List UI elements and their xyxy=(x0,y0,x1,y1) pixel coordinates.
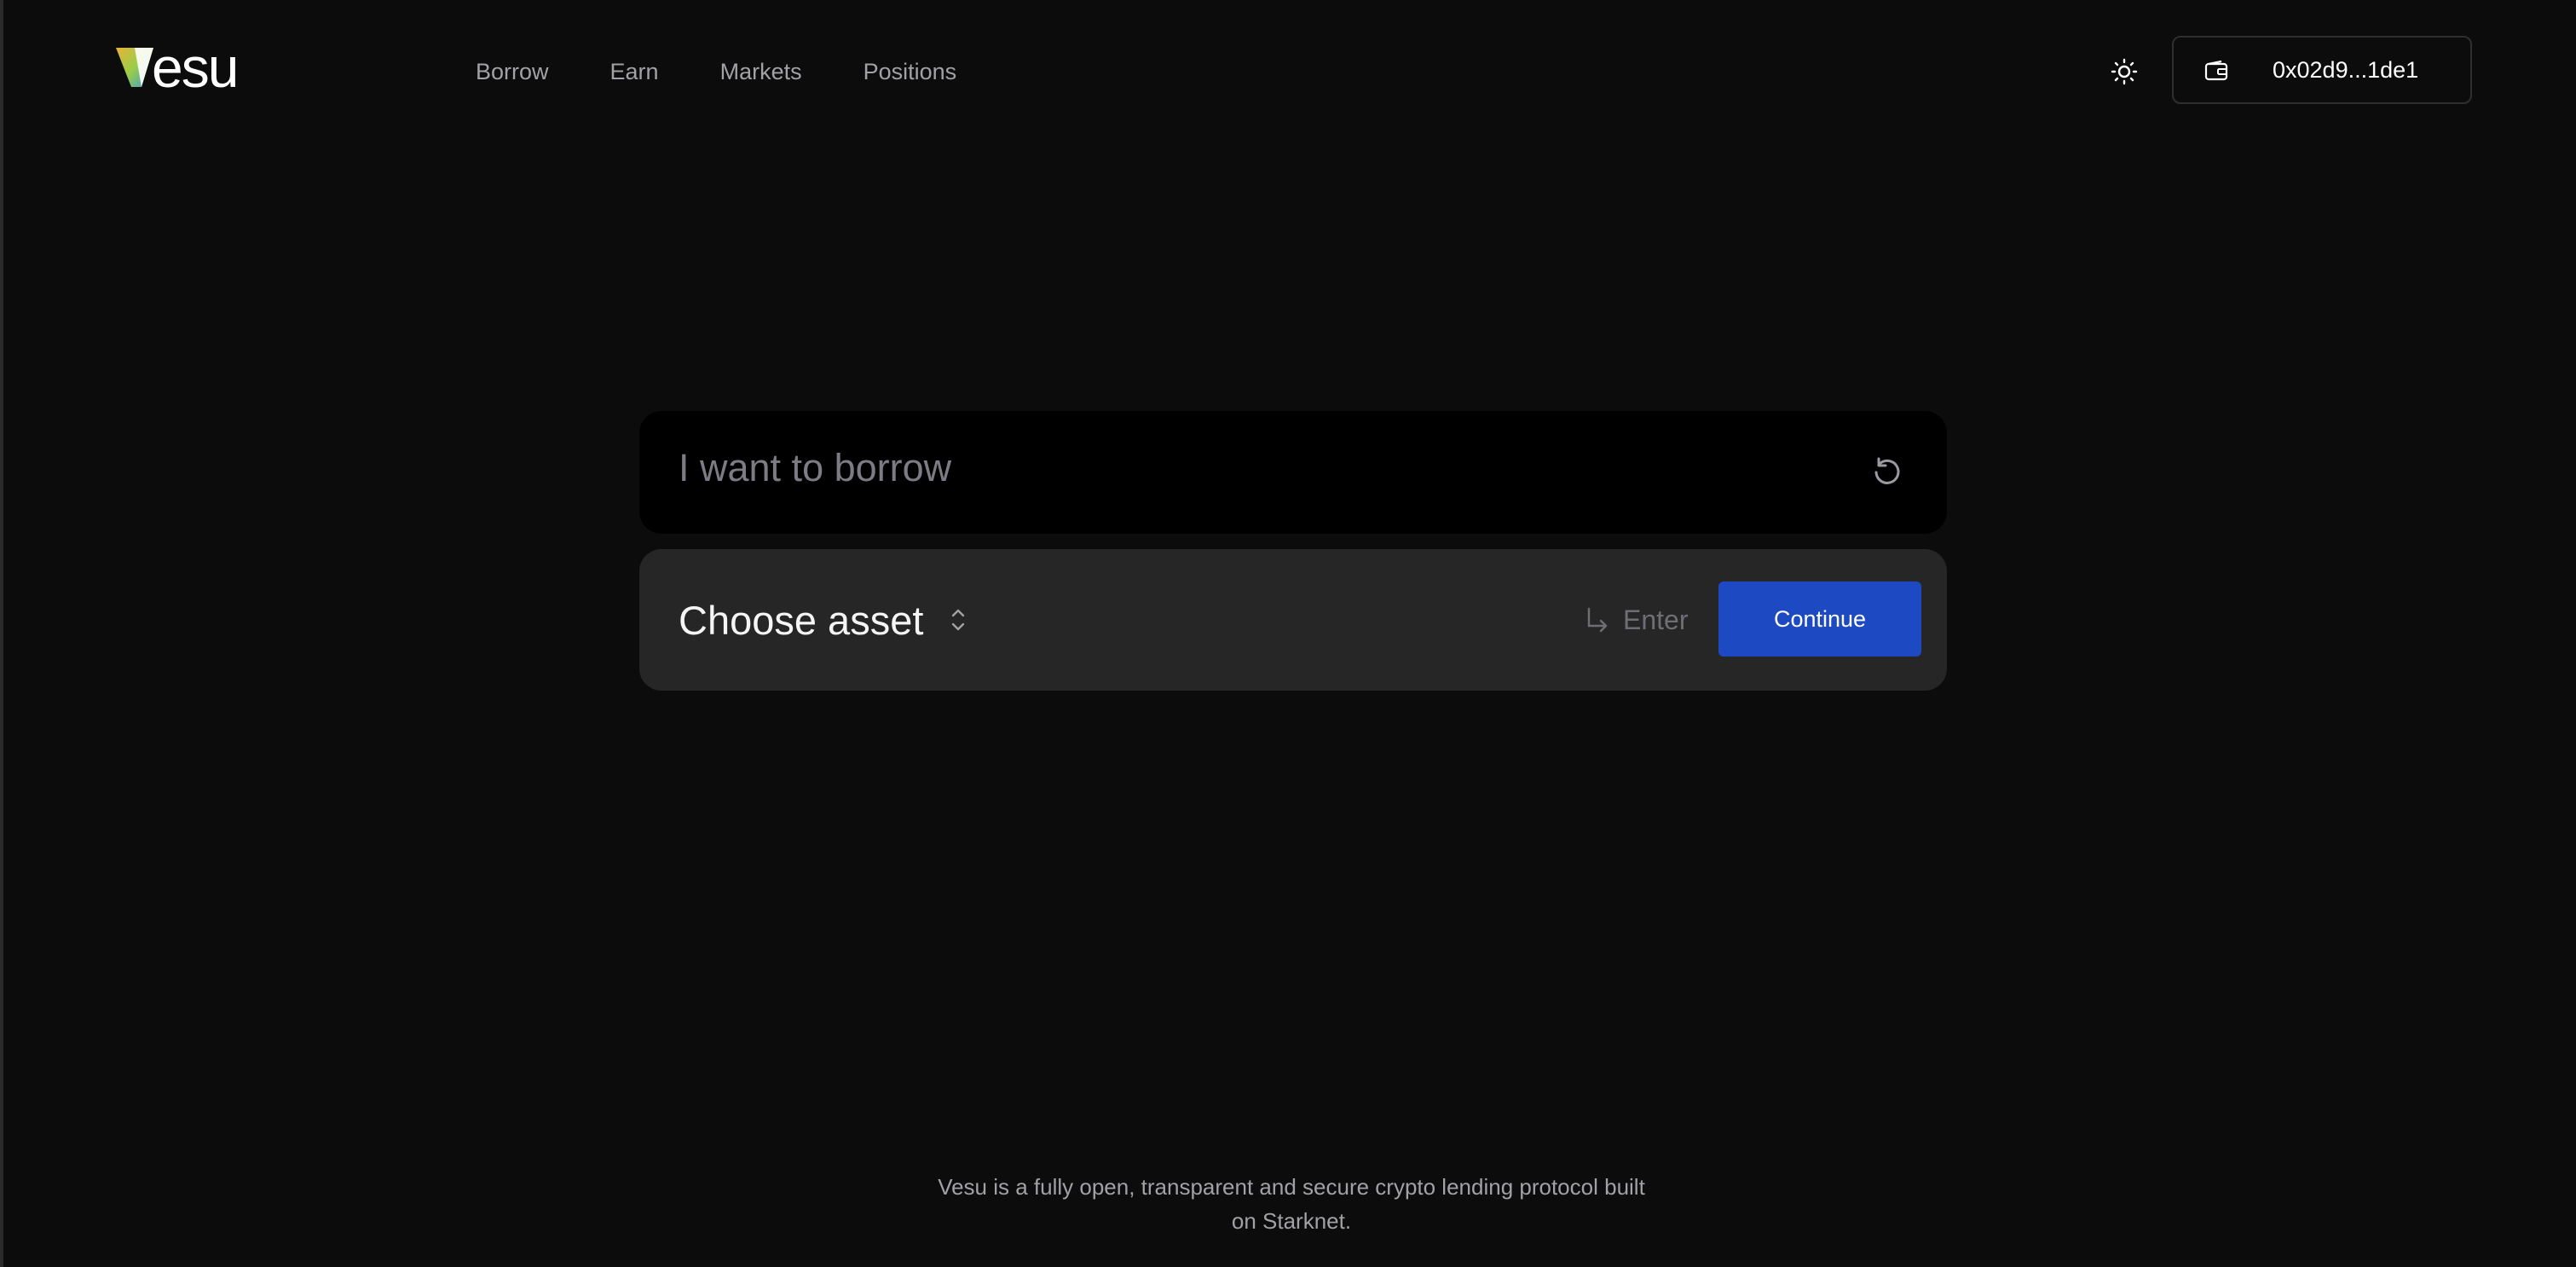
enter-hint: Enter xyxy=(1584,549,1688,691)
reset-button[interactable] xyxy=(1868,452,1906,489)
asset-selection-card: Choose asset Enter Continue xyxy=(639,549,1947,691)
asset-select-label: Choose asset xyxy=(679,597,924,643)
wallet-button[interactable]: 0x02d9...1de1 xyxy=(2172,36,2472,104)
reset-icon xyxy=(1874,457,1900,484)
footer-line-1: Vesu is a fully open, transparent and se… xyxy=(938,1174,1645,1200)
theme-toggle-button[interactable] xyxy=(2105,53,2143,90)
chevron-up-down-icon xyxy=(952,609,965,631)
top-header: esu Borrow Earn Markets Positions 0x02d9… xyxy=(3,0,2576,142)
enter-arrow-icon xyxy=(1587,607,1608,633)
continue-button[interactable]: Continue xyxy=(1718,581,1921,657)
footer-description: Vesu is a fully open, transparent and se… xyxy=(865,1170,1718,1238)
nav-item-markets[interactable]: Markets xyxy=(720,59,802,85)
enter-hint-label: Enter xyxy=(1623,604,1689,635)
asset-select[interactable]: Choose asset xyxy=(679,549,967,691)
sun-icon xyxy=(2111,58,2138,85)
nav-item-earn[interactable]: Earn xyxy=(610,59,659,85)
borrow-prompt-text: I want to borrow xyxy=(679,446,952,489)
wallet-icon xyxy=(2204,60,2228,81)
borrow-prompt-card: I want to borrow xyxy=(639,411,1947,534)
footer-line-2: on Starknet. xyxy=(1231,1208,1352,1234)
svg-text:esu: esu xyxy=(152,41,237,94)
nav-item-positions[interactable]: Positions xyxy=(863,59,957,85)
main-nav: Borrow Earn Markets Positions xyxy=(476,55,1018,89)
wallet-address: 0x02d9...1de1 xyxy=(2273,57,2419,83)
app-window: esu Borrow Earn Markets Positions 0x02d9… xyxy=(0,0,2576,1267)
nav-item-borrow[interactable]: Borrow xyxy=(476,59,549,85)
vesu-logo-icon: esu xyxy=(116,41,239,94)
vesu-logo[interactable]: esu xyxy=(114,41,290,94)
